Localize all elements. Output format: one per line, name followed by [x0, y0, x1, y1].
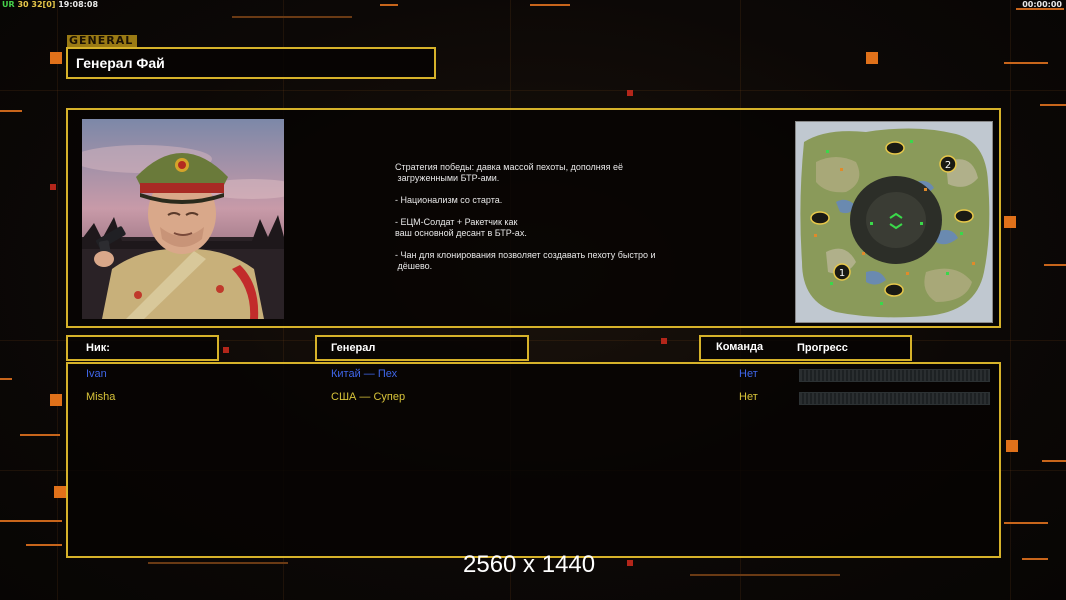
bg-dash — [148, 562, 288, 564]
bg-square — [54, 486, 66, 498]
status-fps: 30 — [17, 0, 29, 9]
player-general: США — Супер — [331, 391, 406, 403]
bg-dash — [26, 544, 62, 546]
header-nick: Ник: — [66, 335, 219, 361]
player-team: Нет — [739, 368, 758, 380]
general-section-tab: GENERAL — [67, 35, 137, 47]
strategy-description: Стратегия победы: давка массой пехоты, д… — [395, 162, 656, 271]
player-nick: Ivan — [86, 368, 107, 380]
general-name: Генерал Фай — [76, 55, 165, 71]
bg-dash — [0, 110, 22, 112]
bg-dash — [0, 520, 62, 522]
header-general-label: Генерал — [331, 342, 376, 354]
general-title-box: Генерал Фай — [66, 47, 436, 79]
player-general: Китай — Пех — [331, 368, 398, 380]
bg-dash — [1022, 558, 1048, 560]
bg-dash — [1004, 522, 1048, 524]
bg-dash — [20, 434, 60, 436]
resolution-label: 2560 x 1440 — [463, 551, 596, 578]
bg-square — [1004, 216, 1016, 228]
bg-dash — [232, 16, 352, 18]
general-portrait — [82, 119, 284, 319]
bg-square — [223, 347, 229, 353]
bg-square — [50, 394, 62, 406]
bg-square — [1006, 440, 1018, 452]
start-marker-1[interactable]: 1 — [833, 263, 851, 281]
header-progress-label: Прогресс — [797, 342, 848, 354]
status-timer: 00:00:00 — [1022, 0, 1062, 9]
player-progress-bar — [799, 392, 990, 405]
bg-square — [50, 52, 62, 64]
bg-square — [661, 338, 667, 344]
bg-dash — [1042, 460, 1066, 462]
bg-dash — [380, 4, 398, 6]
bg-square — [50, 184, 56, 190]
header-general: Генерал — [315, 335, 529, 361]
status-frames: 32 — [31, 0, 43, 9]
bg-square — [627, 90, 633, 96]
start-marker-2[interactable]: 2 — [939, 155, 957, 173]
bg-square — [866, 52, 878, 64]
general-info-panel: Стратегия победы: давка массой пехоты, д… — [66, 108, 1001, 328]
status-clock: 19:08:08 — [58, 0, 99, 9]
header-team-label: Команда — [716, 341, 764, 353]
bg-dash — [1044, 264, 1066, 266]
bg-dash — [530, 4, 570, 6]
loading-screen: UR 30 32[0] 19:08:08 00:00:00 GENERAL Ге… — [0, 0, 1066, 600]
player-row: Ivan Китай — Пех Нет — [68, 368, 999, 384]
status-bar: UR 30 32[0] 19:08:08 — [2, 0, 99, 9]
bg-dash — [0, 378, 12, 380]
bg-dash — [1040, 104, 1066, 106]
bg-dash — [690, 574, 840, 576]
status-tag: UR — [2, 0, 15, 9]
players-panel: Ivan Китай — Пех Нет Misha США — Супер Н… — [66, 362, 1001, 558]
start-marker-2-label: 2 — [945, 160, 951, 171]
header-team-progress: Команда Прогресс — [699, 335, 912, 361]
bg-square — [627, 560, 633, 566]
header-nick-label: Ник: — [86, 342, 110, 354]
start-marker-1-label: 1 — [839, 268, 845, 279]
player-team: Нет — [739, 391, 758, 403]
player-progress-bar — [799, 369, 990, 382]
minimap: 1 2 — [795, 121, 993, 323]
bg-dash — [1004, 62, 1048, 64]
bg-grid-line — [0, 90, 1066, 91]
player-nick: Misha — [86, 391, 116, 403]
player-row: Misha США — Супер Нет — [68, 391, 999, 407]
